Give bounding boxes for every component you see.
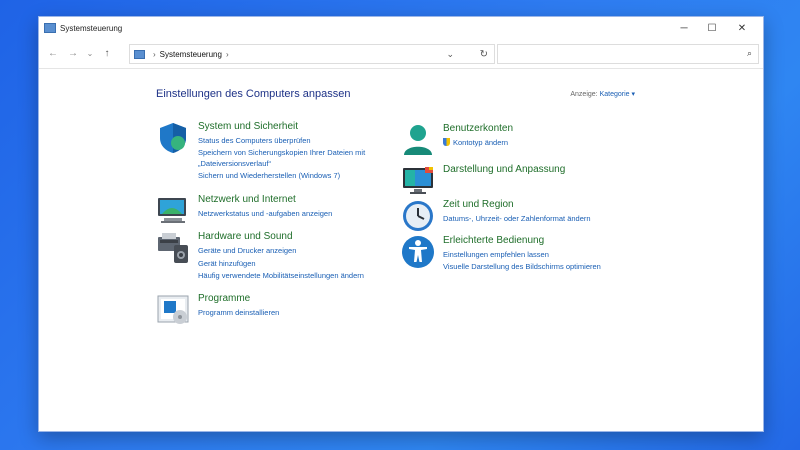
link[interactable]: Kontotyp ändern	[443, 138, 508, 147]
search-input[interactable]: ⌕	[497, 44, 759, 64]
category-title[interactable]: Programme	[198, 293, 250, 304]
breadcrumb-separator[interactable]: ›	[226, 50, 229, 59]
search-icon[interactable]: ⌕	[747, 48, 752, 59]
clock-globe-icon	[403, 201, 433, 231]
maximize-button[interactable]: ☐	[697, 17, 727, 39]
shield-icon	[160, 123, 186, 153]
category-title[interactable]: Erleichterte Bedienung	[443, 235, 544, 246]
close-button[interactable]: ✕	[727, 17, 757, 39]
control-panel-icon	[134, 49, 145, 59]
category-ease-of-access: Erleichterte Bedienung Einstellungen emp…	[401, 235, 661, 275]
main-content: Einstellungen des Computers anpassen Anz…	[39, 69, 763, 431]
uac-shield-icon	[443, 138, 450, 146]
programs-icon	[157, 295, 189, 324]
link-text[interactable]: Kontotyp ändern	[453, 138, 508, 147]
refresh-icon[interactable]: ↻	[480, 49, 488, 60]
category-title[interactable]: Darstellung und Anpassung	[443, 164, 565, 175]
category-title[interactable]: Netzwerk und Internet	[198, 194, 296, 205]
forward-button[interactable]: →	[63, 48, 83, 59]
category-title[interactable]: System und Sicherheit	[198, 121, 298, 132]
link[interactable]: Netzwerkstatus und -aufgaben anzeigen	[198, 209, 332, 218]
category-title[interactable]: Benutzerkonten	[443, 123, 513, 134]
minimize-button[interactable]: ─	[669, 17, 699, 39]
breadcrumb-separator: ›	[153, 49, 156, 59]
control-panel-icon	[44, 23, 56, 33]
link[interactable]: Häufig verwendete Mobilitätseinstellunge…	[198, 271, 364, 280]
link[interactable]: Visuelle Darstellung des Bildschirms opt…	[443, 262, 601, 271]
link[interactable]: Status des Computers überprüfen	[198, 136, 311, 145]
accessibility-icon	[402, 236, 434, 268]
category-time-region: Zeit und Region Datums-, Uhrzeit- oder Z…	[401, 199, 661, 233]
category-appearance: Darstellung und Anpassung	[401, 164, 661, 198]
control-panel-window: Systemsteuerung ─ ☐ ✕ ← → ⌄ ↑ › Systemst…	[38, 16, 764, 432]
view-by: Anzeige: Kategorie ▾	[570, 90, 635, 98]
link[interactable]: „Dateiversionsverlauf“	[198, 159, 271, 168]
printer-speaker-icon	[158, 233, 188, 263]
back-button[interactable]: ←	[43, 48, 63, 59]
category-user-accounts: Benutzerkonten Kontotyp ändern	[401, 123, 661, 157]
category-title[interactable]: Zeit und Region	[443, 199, 514, 210]
chevron-down-icon[interactable]: ⌄	[446, 49, 454, 60]
address-bar[interactable]: › Systemsteuerung › ⌄ ↻	[129, 44, 495, 64]
display-icon	[403, 167, 433, 194]
link[interactable]: Einstellungen empfehlen lassen	[443, 250, 549, 259]
user-icon	[404, 125, 432, 155]
category-system-security: System und Sicherheit Status des Compute…	[156, 121, 416, 191]
recent-locations-button[interactable]: ⌄	[83, 49, 97, 58]
link[interactable]: Geräte und Drucker anzeigen	[198, 246, 296, 255]
link[interactable]: Programm deinstallieren	[198, 308, 279, 317]
category-network-internet: Netzwerk und Internet Netzwerkstatus und…	[156, 194, 416, 228]
link[interactable]: Gerät hinzufügen	[198, 259, 256, 268]
link[interactable]: Speichern von Sicherungskopien Ihrer Dat…	[198, 148, 365, 157]
title-bar: Systemsteuerung ─ ☐ ✕	[39, 17, 763, 39]
view-by-label: Anzeige:	[570, 91, 598, 98]
link[interactable]: Sichern und Wiederherstellen (Windows 7)	[198, 171, 340, 180]
navigation-toolbar: ← → ⌄ ↑ › Systemsteuerung › ⌄ ↻ ⌕	[39, 39, 763, 69]
link[interactable]: Datums-, Uhrzeit- oder Zahlenformat ände…	[443, 214, 591, 223]
network-icon	[158, 198, 186, 223]
page-title: Einstellungen des Computers anpassen	[156, 88, 351, 100]
window-title: Systemsteuerung	[60, 23, 123, 33]
category-hardware-sound: Hardware und Sound Geräte und Drucker an…	[156, 231, 416, 281]
view-by-dropdown[interactable]: Kategorie ▾	[600, 91, 635, 98]
up-button[interactable]: ↑	[97, 48, 117, 59]
breadcrumb-systemsteuerung[interactable]: Systemsteuerung	[160, 50, 222, 59]
category-title[interactable]: Hardware und Sound	[198, 231, 293, 242]
category-programs: Programme Programm deinstallieren	[156, 293, 416, 327]
